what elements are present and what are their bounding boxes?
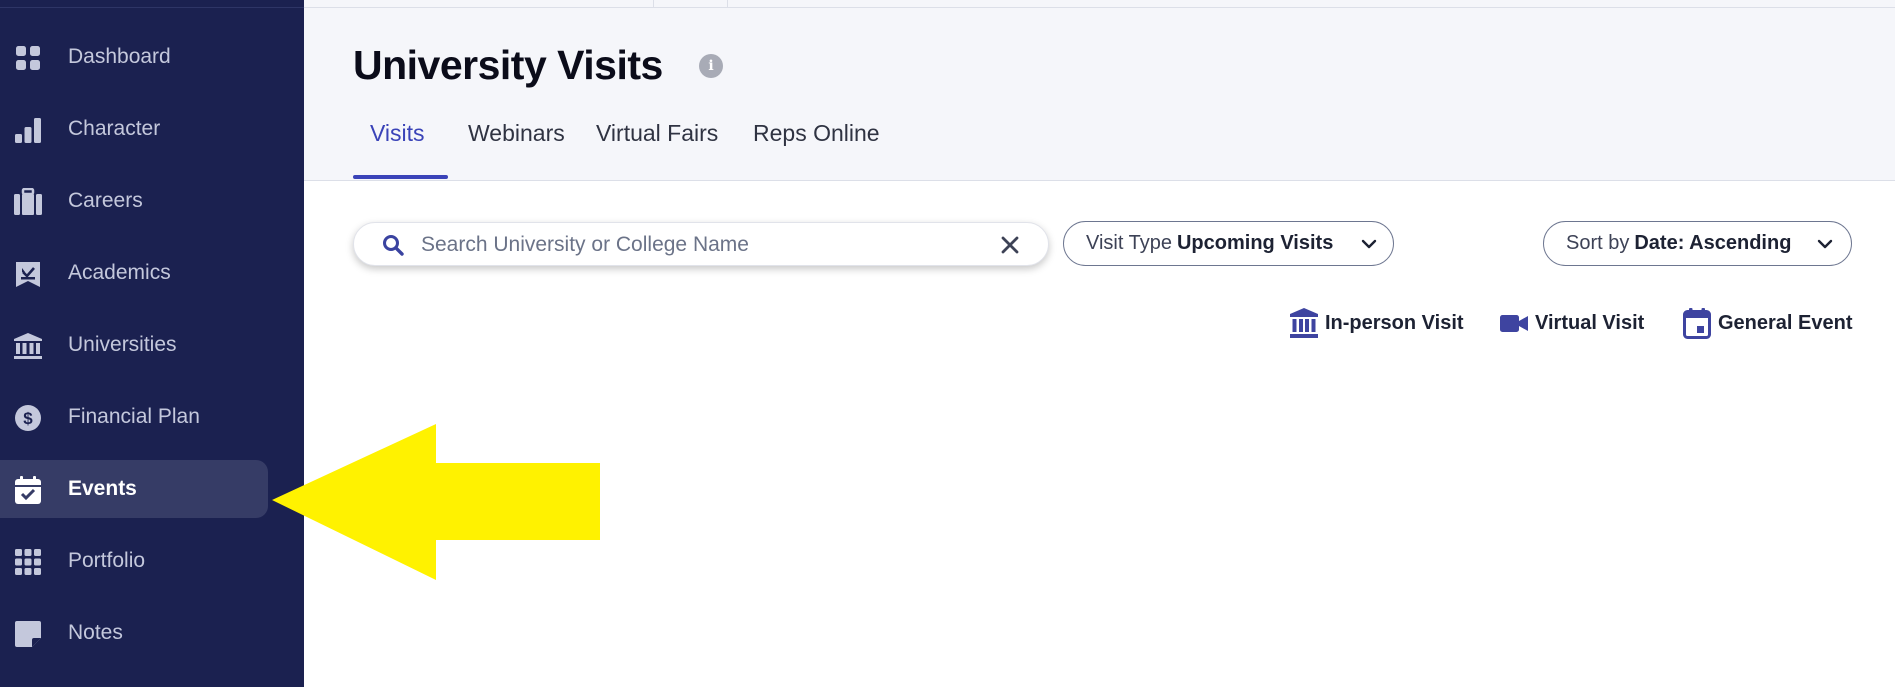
page-header: University Visits i Visits Webinars Virt… <box>304 0 1895 181</box>
legend-label: Virtual Visit <box>1535 311 1645 334</box>
sidebar-item-label: Financial Plan <box>68 405 200 428</box>
calendar-check-icon <box>13 475 43 505</box>
tab-virtual-fairs[interactable]: Virtual Fairs <box>596 120 718 147</box>
bar-chart-icon <box>13 115 43 145</box>
visit-type-dropdown[interactable]: Visit Type Upcoming Visits <box>1063 221 1394 266</box>
search-input[interactable] <box>421 229 981 261</box>
briefcase-icon <box>13 187 43 217</box>
chevron-down-icon <box>1816 235 1834 253</box>
annotation-arrow <box>272 424 600 580</box>
legend-virtual-visit: Virtual Visit <box>1499 308 1644 338</box>
search-box <box>353 222 1049 266</box>
sidebar-item-careers[interactable]: Careers <box>0 172 268 230</box>
sidebar-item-label: Careers <box>68 189 143 212</box>
sidebar-item-label: Dashboard <box>68 45 171 68</box>
sidebar-item-universities[interactable]: Universities <box>0 316 268 374</box>
sort-dropdown[interactable]: Sort by Date: Ascending <box>1543 221 1852 266</box>
dollar-icon: $ <box>13 403 43 433</box>
sidebar-item-portfolio[interactable]: Portfolio <box>0 532 268 590</box>
note-icon <box>13 619 43 649</box>
sidebar-item-financial-plan[interactable]: $ Financial Plan <box>0 388 268 446</box>
grid-dots-icon <box>13 547 43 577</box>
sidebar-divider <box>0 7 304 8</box>
top-divider-segment <box>653 0 654 7</box>
sidebar-item-label: Events <box>68 477 137 500</box>
visit-type-value: Upcoming Visits <box>1176 232 1334 254</box>
legend-in-person-visit: In-person Visit <box>1289 308 1464 338</box>
sidebar-item-label: Notes <box>68 621 123 644</box>
tab-webinars[interactable]: Webinars <box>468 120 565 147</box>
app-window: Dashboard Character Careers Academics Un… <box>0 0 1895 687</box>
sidebar-nav: Dashboard Character Careers Academics Un… <box>0 28 304 676</box>
legend-general-event: General Event <box>1682 307 1853 339</box>
sidebar: Dashboard Character Careers Academics Un… <box>0 0 304 687</box>
sidebar-item-character[interactable]: Character <box>0 100 268 158</box>
sort-value: Date: Ascending <box>1634 232 1792 254</box>
university-icon <box>13 331 43 361</box>
dashboard-icon <box>13 43 43 73</box>
university-icon <box>1289 307 1319 339</box>
sidebar-item-label: Universities <box>68 333 177 356</box>
search-icon <box>382 234 404 256</box>
chevron-down-icon <box>1360 235 1378 253</box>
top-divider <box>304 7 1895 8</box>
sidebar-item-dashboard[interactable]: Dashboard <box>0 28 268 86</box>
sidebar-item-label: Character <box>68 117 161 140</box>
main-content: University Visits i Visits Webinars Virt… <box>304 0 1895 687</box>
sort-prefix: Sort by <box>1566 232 1630 254</box>
tab-visits[interactable]: Visits <box>370 120 425 147</box>
svg-text:$: $ <box>23 409 33 428</box>
page-title: University Visits <box>353 42 663 88</box>
info-icon[interactable]: i <box>699 54 723 78</box>
tab-reps-online[interactable]: Reps Online <box>753 120 880 147</box>
sidebar-item-events[interactable]: Events <box>0 460 268 518</box>
video-camera-icon <box>1499 312 1529 334</box>
academics-icon <box>13 259 43 289</box>
active-tab-indicator <box>353 175 448 179</box>
visit-type-prefix: Visit Type <box>1086 232 1172 254</box>
close-icon[interactable] <box>999 234 1021 256</box>
top-divider-segment <box>727 0 728 7</box>
legend-label: General Event <box>1718 311 1853 334</box>
sidebar-item-label: Portfolio <box>68 549 146 572</box>
calendar-icon <box>1682 307 1712 339</box>
sidebar-item-academics[interactable]: Academics <box>0 244 268 302</box>
sidebar-item-label: Academics <box>68 261 171 284</box>
legend-label: In-person Visit <box>1325 311 1464 334</box>
sidebar-item-notes[interactable]: Notes <box>0 604 268 662</box>
